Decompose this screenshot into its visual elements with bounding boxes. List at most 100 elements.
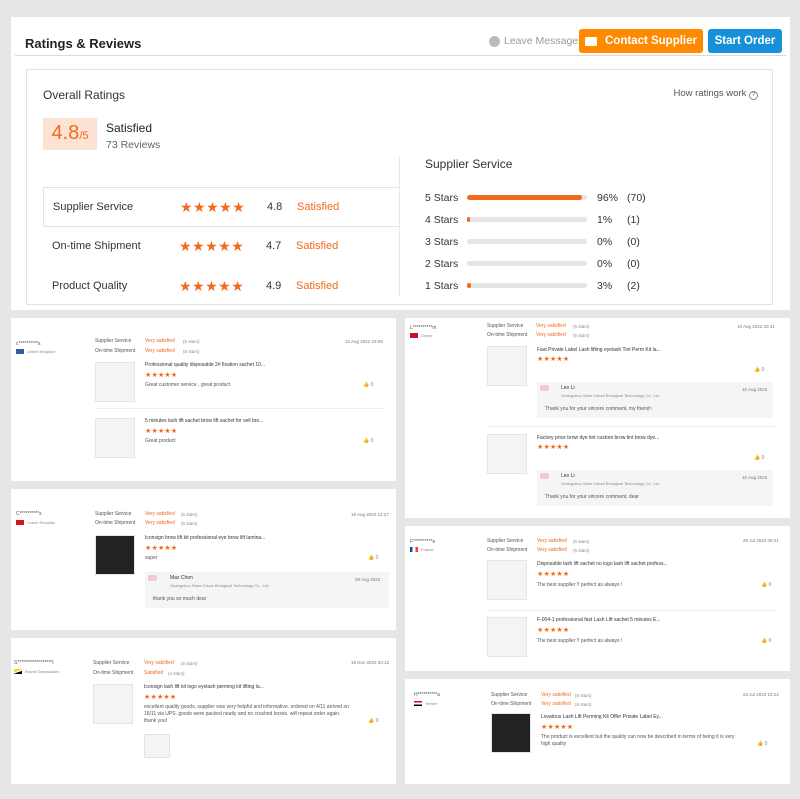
rating-text: Satisfied: [144, 670, 164, 676]
product-title[interactable]: Lovatous Lash Lift Perming Kit Offer Pri…: [541, 714, 663, 720]
reviewer-country: Yemen: [414, 701, 437, 706]
metric-score: 4.7: [266, 240, 282, 252]
like-button[interactable]: 👍 0: [754, 367, 764, 373]
review-card: L**********m Oman Supplier Service On-ti…: [405, 318, 790, 518]
product-image[interactable]: [487, 434, 527, 474]
reply-text: thank you so much dear: [153, 596, 207, 602]
reviewer-country: Brunei Darussalam: [14, 669, 59, 674]
supplier-avatar: [540, 385, 549, 391]
review-card: S******************l Brunei Darussalam S…: [11, 638, 396, 784]
product-title[interactable]: F-004-1 professional fast Lash Lift sach…: [537, 617, 661, 623]
supplier-avatar: [540, 473, 549, 479]
product-image[interactable]: [95, 362, 135, 402]
product-image[interactable]: [95, 535, 135, 575]
how-ratings-work-link[interactable]: How ratings work ?: [674, 88, 758, 100]
rating-text: Very satisfied: [541, 692, 571, 698]
metric-text: Satisfied: [296, 240, 339, 252]
overall-score-max: /5: [79, 130, 89, 142]
distribution-count: (0): [627, 236, 640, 248]
metric-label: Supplier Service: [93, 660, 130, 666]
metric-label: On-time Shipment: [487, 332, 528, 338]
message-icon: [489, 35, 500, 47]
like-button[interactable]: 👍 0: [368, 555, 378, 561]
metric-product-quality[interactable]: Product Quality ★★★★★ 4.9 Satisfied: [43, 267, 399, 307]
reviewer-country: United Kingdom: [16, 349, 55, 354]
metric-label: On-time Shipment: [52, 240, 141, 252]
rating-text: Very satisfied: [145, 338, 175, 344]
divider: [487, 426, 777, 427]
product-title[interactable]: Factory price brow dye tint custom brow …: [537, 435, 659, 441]
product-stars: ★★★★★: [144, 694, 177, 701]
header-divider: [15, 55, 786, 56]
supplier-reply: Max Chen Guangzhou Stars Colors Biologic…: [145, 572, 389, 608]
flag-icon: [16, 349, 24, 354]
reply-date: 10 Aug 2022: [742, 475, 768, 480]
product-title[interactable]: Fast Private Label Lash lifting eyelash …: [537, 347, 661, 353]
metric-label: Supplier Service: [491, 692, 528, 698]
product-image[interactable]: [487, 346, 527, 386]
review-date: 28 Jul 2022 06:21: [743, 538, 779, 543]
distribution-percent: 96%: [597, 192, 619, 204]
like-button[interactable]: 👍 0: [363, 438, 373, 444]
metric-text: Satisfied: [297, 201, 340, 213]
product-title[interactable]: Disposable lash lift sachet no logo lash…: [537, 561, 668, 567]
metric-on-time-shipment[interactable]: On-time Shipment ★★★★★ 4.7 Satisfied: [43, 227, 399, 267]
product-image[interactable]: [487, 617, 527, 657]
product-stars: ★★★★★: [537, 356, 570, 363]
help-icon: ?: [749, 91, 758, 100]
ratings-title: Ratings & Reviews: [25, 36, 142, 51]
distribution-count: (70): [627, 192, 646, 204]
star-rating: ★★★★★: [179, 238, 245, 254]
distribution-bar-fill: [467, 195, 583, 200]
thumbs-up-icon: 👍: [363, 382, 370, 388]
metric-supplier-service[interactable]: Supplier Service ★★★★★ 4.8 Satisfied: [43, 187, 399, 227]
country-label: Yemen: [425, 701, 438, 706]
thumbs-up-icon: 👍: [754, 455, 761, 461]
metric-score: 4.8: [267, 201, 283, 213]
distribution-count: (0): [627, 258, 640, 270]
metric-label: On-time Shipment: [487, 547, 528, 553]
like-button[interactable]: 👍 0: [761, 582, 771, 588]
review-date: 12 Aug 2022 23:09: [345, 339, 383, 344]
thumbs-up-icon: 👍: [761, 638, 768, 644]
start-order-button[interactable]: Start Order: [708, 29, 782, 53]
distribution-percent: 0%: [597, 236, 613, 248]
like-button[interactable]: 👍 0: [754, 455, 764, 461]
product-stars: ★★★★★: [145, 428, 178, 435]
rating-text: Very satisfied: [536, 332, 566, 338]
rating-stars-label: (5 stars): [183, 349, 200, 354]
product-image[interactable]: [491, 713, 531, 753]
product-image[interactable]: [95, 418, 135, 458]
mail-icon: [584, 36, 597, 46]
leave-messages-link[interactable]: Leave Messages: [489, 35, 583, 47]
distribution-bar-fill: [467, 217, 470, 222]
star-level-label: 3 Stars: [425, 236, 459, 248]
distribution-bar: [467, 217, 587, 222]
product-title[interactable]: 5 minutes lash lift sachet brow lift sac…: [145, 418, 263, 424]
like-button[interactable]: 👍 0: [757, 741, 767, 747]
product-image[interactable]: [93, 684, 133, 724]
rating-stars-label: (5 stars): [573, 548, 590, 553]
review-card: H**********a Yemen Supplier Service On-t…: [405, 679, 790, 784]
rating-text: Very satisfied: [541, 701, 571, 707]
like-button[interactable]: 👍 0: [761, 638, 771, 644]
thumbs-up-icon: 👍: [368, 555, 375, 561]
review-date: 04 Jul 2022 15:24: [743, 692, 779, 697]
reply-date: 10 Aug 2022: [742, 387, 768, 392]
product-title[interactable]: Iconsign lash lift kit logo eyelash perm…: [144, 684, 264, 690]
like-button[interactable]: 👍 0: [368, 718, 378, 724]
contact-supplier-button[interactable]: Contact Supplier: [579, 29, 703, 53]
flag-icon: [410, 547, 418, 552]
review-photo[interactable]: [144, 734, 170, 758]
product-title[interactable]: Iconsign brow lift kit professional eye …: [145, 535, 265, 541]
distribution-count: (1): [627, 214, 640, 226]
review-comment: excellent quality goods, supplier was ve…: [144, 704, 350, 724]
review-card: c**********s United Kingdom Supplier Ser…: [11, 318, 396, 481]
product-stars: ★★★★★: [537, 444, 570, 451]
product-title[interactable]: Professional quality disposable 2# fixat…: [145, 362, 265, 368]
product-image[interactable]: [487, 560, 527, 600]
like-button[interactable]: 👍 0: [363, 382, 373, 388]
reviewer-country: Czech Republic: [16, 520, 55, 525]
rating-stars-label: (4 stars): [168, 671, 185, 676]
like-count: 0: [370, 438, 374, 444]
